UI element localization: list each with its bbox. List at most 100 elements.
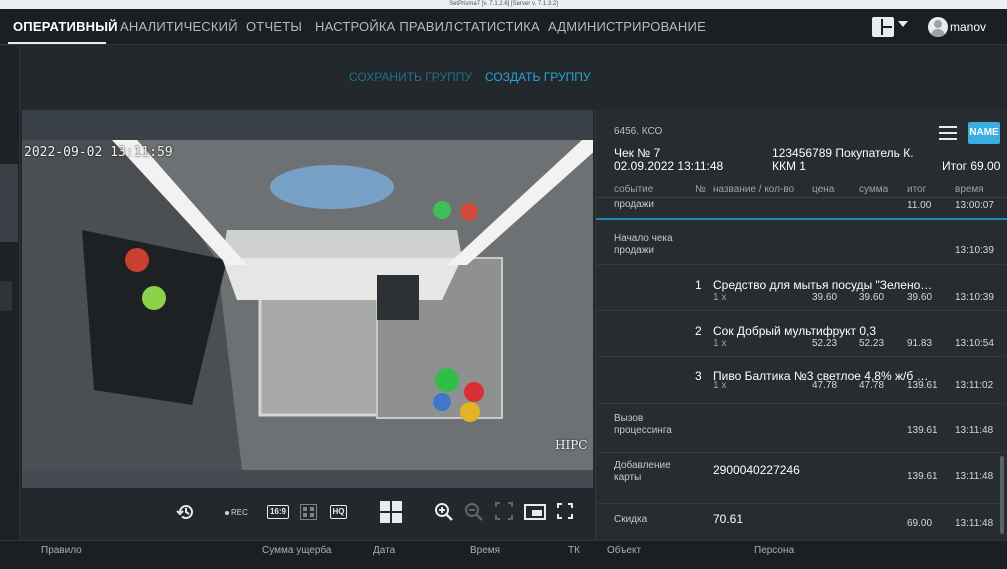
row-qty: 1 x (713, 338, 727, 349)
row-sum: 47.78 (859, 380, 885, 391)
row-total: 91.83 (907, 338, 933, 349)
row-time: 13:10:39 (955, 245, 994, 256)
row-time: 13:10:54 (955, 338, 994, 349)
customer-label: 123456789 Покупатель К. (772, 146, 914, 160)
row-price: 52.23 (812, 338, 838, 349)
fit-icon[interactable] (495, 502, 513, 522)
check-datetime: 02.09.2022 13:11:48 (614, 159, 724, 173)
receipt-rows: продажи 11.00 13:00:07 Начало чека прода… (596, 198, 1007, 540)
fullscreen-icon[interactable] (557, 503, 573, 523)
video-header (22, 110, 593, 140)
table-row[interactable]: 3 Пиво Балтика №3 светлое 4,8% ж/б … 1 x… (596, 358, 1007, 404)
row-qty: 1 x (713, 380, 727, 391)
col-time[interactable]: Время (470, 545, 500, 556)
name-button[interactable]: NAME (968, 122, 1000, 144)
row-total: 39.60 (907, 292, 933, 303)
save-group-button[interactable]: СОХРАНИТЬ ГРУППУ (349, 70, 472, 84)
row-title: Сок Добрый мультифрукт 0,3 (713, 324, 877, 338)
row-number: 2 (695, 324, 702, 338)
receipt-scrollbar[interactable] (1000, 456, 1004, 534)
user-name[interactable]: manov (950, 20, 986, 34)
video-footer (22, 470, 593, 488)
col-object[interactable]: Объект (607, 545, 641, 556)
col-damage[interactable]: Сумма ущерба (262, 545, 332, 556)
row-qty: 1 x (713, 292, 727, 303)
receipt-columns: событие № название / кол-во цена сумма и… (596, 182, 1007, 198)
left-sidebar (0, 46, 20, 569)
table-row[interactable]: Начало чека продажи 13:10:39 (596, 221, 1007, 265)
grid-layout-icon[interactable] (380, 501, 402, 523)
active-tab-indicator (8, 42, 106, 44)
row-time: 13:10:39 (955, 292, 994, 303)
row-event: Скидка (614, 514, 648, 525)
col-sum: сумма (859, 184, 889, 195)
col-date[interactable]: Дата (373, 545, 395, 556)
top-navigation: ОПЕРАТИВНЫЙ АНАЛИТИЧЕСКИЙ ОТЧЕТЫ НАСТРОЙ… (0, 9, 1007, 45)
row-time: 13:11:48 (955, 518, 994, 529)
col-name: название / кол-во (713, 184, 795, 195)
col-num: № (695, 184, 706, 195)
row-price: 39.60 (812, 292, 838, 303)
row-time: 13:11:48 (955, 471, 994, 482)
tab-rule-settings[interactable]: НАСТРОЙКА ПРАВИЛ (315, 19, 453, 34)
row-event: Вызов процессинга (614, 413, 672, 436)
col-event: событие (614, 184, 654, 195)
col-price: цена (812, 184, 835, 195)
tab-operational[interactable]: ОПЕРАТИВНЫЙ (13, 19, 118, 34)
list-icon[interactable] (939, 126, 957, 140)
row-event: Начало чека продажи (614, 233, 673, 256)
receipt-panel: 6456. КСО Чек № 7 02.09.2022 13:11:48 12… (595, 110, 1007, 540)
col-rule[interactable]: Правило (41, 545, 82, 556)
row-event: продажи (614, 199, 654, 210)
sidebar-tab[interactable] (0, 164, 18, 242)
table-row[interactable]: 1 Средство для мытья посуды "Зелено… 1 x… (596, 266, 1007, 311)
row-sum: 52.23 (859, 338, 885, 349)
row-number: 3 (695, 369, 702, 383)
row-price: 47.78 (812, 380, 838, 391)
video-timestamp: 2022-09-02 13:11:59 (24, 145, 173, 160)
table-row[interactable]: Скидка 70.61 69.00 13:11:48 (596, 505, 1007, 540)
chevron-down-icon[interactable] (898, 21, 908, 27)
grid-layout-icon[interactable] (872, 17, 894, 37)
tab-statistics[interactable]: СТАТИСТИКА (454, 19, 540, 34)
tab-administration[interactable]: АДМИНИСТРИРОВАНИЕ (548, 19, 706, 34)
row-time: 13:11:48 (955, 425, 994, 436)
col-person[interactable]: Персона (754, 545, 794, 556)
row-title: Средство для мытья посуды "Зелено… (713, 278, 933, 292)
check-total: Итог 69.00 (942, 159, 1001, 173)
row-total: 69.00 (907, 518, 933, 529)
history-icon[interactable] (176, 502, 196, 522)
camera-scene-image (22, 140, 593, 470)
incidents-table-header: Правило Сумма ущерба Дата Время ТК Объек… (0, 540, 1007, 569)
check-number: Чек № 7 (614, 146, 661, 160)
zoom-in-icon[interactable] (434, 502, 454, 522)
kkm-label: ККМ 1 (772, 159, 806, 173)
table-row[interactable]: 2 Сок Добрый мультифрукт 0,3 1 x 52.23 5… (596, 312, 1007, 357)
window-icon[interactable] (524, 504, 546, 524)
video-panel: 2022-09-02 13:11:59 HIPC (22, 110, 593, 488)
zoom-out-icon[interactable] (464, 502, 484, 522)
row-total: 11.00 (907, 200, 932, 211)
mosaic-icon[interactable] (300, 504, 317, 524)
sidebar-tab[interactable] (0, 281, 12, 311)
row-sum: 39.60 (859, 292, 885, 303)
create-group-button[interactable]: СОЗДАТЬ ГРУППУ (485, 70, 590, 84)
rec-indicator[interactable]: REC (225, 508, 248, 517)
row-number: 1 (695, 278, 702, 292)
table-row[interactable]: Добавление карты 2900040227246 139.61 13… (596, 454, 1007, 504)
camera-feed[interactable]: 2022-09-02 13:11:59 HIPC (22, 140, 593, 470)
tab-reports[interactable]: ОТЧЕТЫ (246, 19, 302, 34)
window-title: SetPrisma7 [v. 7.1.2.6] [Server v. 7.1.3… (0, 0, 1007, 9)
row-total: 139.61 (907, 471, 938, 482)
table-row[interactable]: продажи 11.00 13:00:07 (596, 198, 1007, 220)
col-tk[interactable]: ТК (568, 545, 580, 556)
avatar[interactable] (928, 17, 948, 37)
tab-analytical[interactable]: АНАЛИТИЧЕСКИЙ (120, 19, 238, 34)
col-total: итог (907, 184, 927, 195)
store-label: 6456. КСО (614, 126, 663, 137)
player-controls: REC 16:9 HQ (22, 488, 593, 538)
hq-button[interactable]: HQ (330, 505, 347, 519)
aspect-ratio-button[interactable]: 16:9 (267, 505, 289, 519)
table-row[interactable]: Вызов процессинга 139.61 13:11:48 (596, 405, 1007, 453)
row-event: Добавление карты (614, 460, 671, 483)
